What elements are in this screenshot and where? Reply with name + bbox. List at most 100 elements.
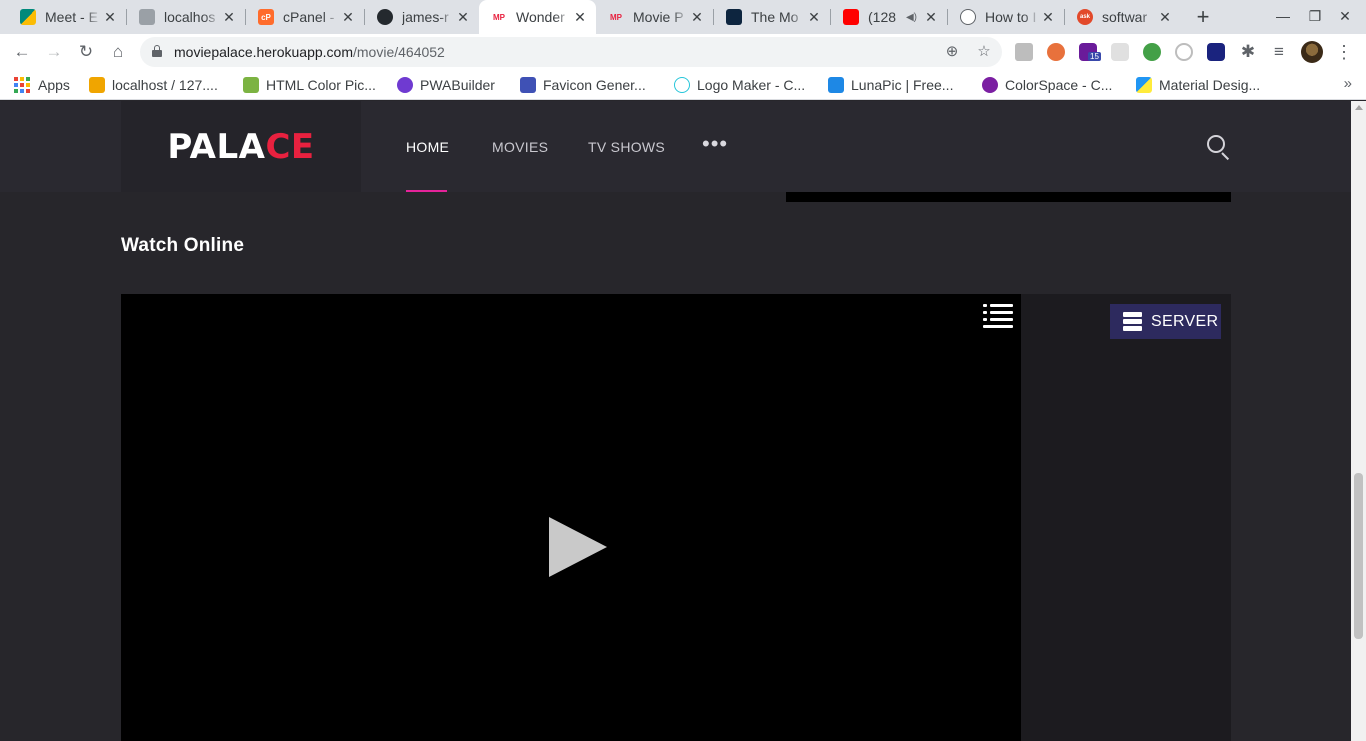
bookmark-label: Logo Maker - C... bbox=[697, 77, 806, 93]
puzzle-extensions-icon[interactable]: ✱ bbox=[1234, 38, 1262, 66]
bookmark-logo-maker[interactable]: Logo Maker - C... bbox=[674, 75, 805, 95]
logo-container[interactable]: PALACE bbox=[121, 101, 361, 192]
tab-youtube[interactable]: (128 ◀) ✕ bbox=[831, 0, 947, 34]
tab-how-to[interactable]: How to I ✕ bbox=[948, 0, 1064, 34]
more-menu-icon[interactable]: ⋮ bbox=[1334, 40, 1354, 64]
address-bar[interactable]: moviepalace.herokuapp.com/movie/464052 ⊕… bbox=[140, 37, 1002, 67]
bookmark-label: LunaPic | Free... bbox=[851, 77, 954, 93]
server-label: SERVER bbox=[1151, 312, 1219, 330]
scrollbar-thumb[interactable] bbox=[1354, 473, 1363, 639]
bookmark-label: Material Desig... bbox=[1159, 77, 1261, 93]
home-icon[interactable]: ⌂ bbox=[104, 38, 132, 66]
close-icon[interactable]: ✕ bbox=[923, 9, 939, 26]
close-icon[interactable]: ✕ bbox=[689, 9, 705, 26]
nav-more-icon[interactable]: ••• bbox=[702, 131, 728, 157]
nav-home[interactable]: HOME bbox=[406, 139, 449, 155]
tab-github[interactable]: james-r ✕ bbox=[365, 0, 479, 34]
tab-title: cPanel - bbox=[283, 9, 335, 25]
extension-icon[interactable] bbox=[1207, 43, 1225, 61]
scroll-up-icon[interactable] bbox=[1355, 105, 1363, 110]
play-icon[interactable] bbox=[549, 517, 607, 577]
favicon-generator-icon bbox=[520, 77, 536, 93]
extension-icon[interactable] bbox=[1111, 43, 1129, 61]
site-logo[interactable]: PALACE bbox=[167, 130, 314, 164]
tab-title: Wonder bbox=[516, 9, 565, 25]
bookmark-apps[interactable]: Apps bbox=[14, 75, 70, 95]
close-icon[interactable]: ✕ bbox=[1040, 9, 1056, 26]
phpmyadmin-icon bbox=[139, 9, 155, 25]
tab-title: Meet - E bbox=[45, 9, 98, 25]
tab-title: softwar bbox=[1102, 9, 1148, 25]
bookmark-html-color-picker[interactable]: HTML Color Pic... bbox=[243, 75, 376, 95]
minimize-icon[interactable]: — bbox=[1273, 6, 1293, 26]
back-icon[interactable]: ← bbox=[8, 38, 36, 66]
url-path: /movie/464052 bbox=[353, 44, 445, 60]
tab-strip: Meet - E ✕ localhos ✕ cP cPanel - ✕ jame… bbox=[0, 0, 1366, 34]
bookmark-localhost[interactable]: localhost / 127.... bbox=[89, 75, 218, 95]
bookmark-label: HTML Color Pic... bbox=[266, 77, 376, 93]
tab-meet[interactable]: Meet - E ✕ bbox=[8, 0, 126, 34]
tab-localhost[interactable]: localhos ✕ bbox=[127, 0, 245, 34]
tab-cpanel[interactable]: cP cPanel - ✕ bbox=[246, 0, 364, 34]
speaker-icon[interactable]: ◀) bbox=[906, 12, 917, 23]
bookmark-colorspace[interactable]: ColorSpace - C... bbox=[982, 75, 1112, 95]
tab-title: Movie P bbox=[633, 9, 684, 25]
restore-icon[interactable]: ❐ bbox=[1305, 6, 1325, 26]
search-icon[interactable] bbox=[1207, 135, 1231, 161]
page-viewport: PALACE HOME MOVIES TV SHOWS ••• Watch On… bbox=[0, 101, 1366, 741]
bookmark-pwabuilder[interactable]: PWABuilder bbox=[397, 75, 495, 95]
globe-extension-icon[interactable] bbox=[1143, 43, 1161, 61]
bookmarks-overflow-icon[interactable]: » bbox=[1344, 75, 1352, 92]
browser-toolbar: ← → ↻ ⌂ moviepalace.herokuapp.com/movie/… bbox=[0, 34, 1366, 70]
extension-icon[interactable] bbox=[1047, 43, 1065, 61]
close-icon[interactable]: ✕ bbox=[221, 9, 237, 26]
forward-icon[interactable]: → bbox=[40, 38, 68, 66]
bookmark-label: localhost / 127.... bbox=[112, 77, 218, 93]
page-scrollbar[interactable] bbox=[1351, 101, 1366, 741]
content-strip bbox=[786, 192, 1231, 202]
close-icon[interactable]: ✕ bbox=[455, 9, 471, 26]
tab-title: localhos bbox=[164, 9, 216, 25]
close-icon[interactable]: ✕ bbox=[806, 9, 822, 26]
bookmark-label: Favicon Gener... bbox=[543, 77, 646, 93]
lock-icon[interactable] bbox=[152, 45, 162, 57]
youtube-icon bbox=[843, 9, 859, 25]
bookmarks-bar: Apps localhost / 127.... HTML Color Pic.… bbox=[0, 70, 1366, 100]
close-icon[interactable]: ✕ bbox=[1157, 9, 1173, 26]
new-tab-button[interactable]: + bbox=[1190, 4, 1216, 30]
close-icon[interactable]: ✕ bbox=[102, 9, 118, 26]
tab-ask[interactable]: ask softwar ✕ bbox=[1065, 0, 1181, 34]
color-picker-icon bbox=[243, 77, 259, 93]
media-control-icon[interactable]: ≡ bbox=[1265, 38, 1293, 66]
bookmark-label: Apps bbox=[38, 77, 70, 93]
tab-wonder-active[interactable]: MP Wonder ✕ bbox=[479, 0, 596, 34]
extension-badge-icon[interactable]: 15 bbox=[1079, 43, 1101, 61]
bookmark-material-design[interactable]: Material Desig... bbox=[1136, 75, 1260, 95]
nav-tv-shows[interactable]: TV SHOWS bbox=[588, 139, 665, 155]
nav-movies[interactable]: MOVIES bbox=[492, 139, 548, 155]
url-text[interactable]: moviepalace.herokuapp.com/movie/464052 bbox=[174, 44, 445, 60]
close-window-icon[interactable]: ✕ bbox=[1335, 6, 1355, 26]
avatar[interactable] bbox=[1301, 41, 1323, 63]
ask-icon: ask bbox=[1077, 9, 1093, 25]
bookmark-label: PWABuilder bbox=[420, 77, 495, 93]
server-button[interactable]: SERVER bbox=[1110, 304, 1221, 339]
logo-maker-icon bbox=[674, 77, 690, 93]
url-host: moviepalace.herokuapp.com bbox=[174, 44, 353, 60]
extension-icon[interactable] bbox=[1175, 43, 1193, 61]
bookmark-lunapic[interactable]: LunaPic | Free... bbox=[828, 75, 953, 95]
tab-movie-palace[interactable]: MP Movie P ✕ bbox=[596, 0, 713, 34]
close-icon[interactable]: ✕ bbox=[572, 9, 588, 26]
logo-accent-text: CE bbox=[265, 126, 315, 167]
reload-icon[interactable]: ↻ bbox=[72, 38, 100, 66]
tab-title: james-r bbox=[402, 9, 449, 25]
close-icon[interactable]: ✕ bbox=[340, 9, 356, 26]
extension-badge-count: 15 bbox=[1088, 52, 1101, 61]
screenshot-extension-icon[interactable] bbox=[1015, 43, 1033, 61]
tab-tmdb[interactable]: The Mo ✕ bbox=[714, 0, 830, 34]
install-app-icon[interactable]: ⊕ bbox=[942, 42, 962, 62]
bookmark-favicon-generator[interactable]: Favicon Gener... bbox=[520, 75, 646, 95]
bookmark-star-icon[interactable]: ☆ bbox=[974, 42, 994, 62]
playlist-icon[interactable] bbox=[983, 304, 1013, 328]
video-player[interactable] bbox=[121, 294, 1021, 741]
